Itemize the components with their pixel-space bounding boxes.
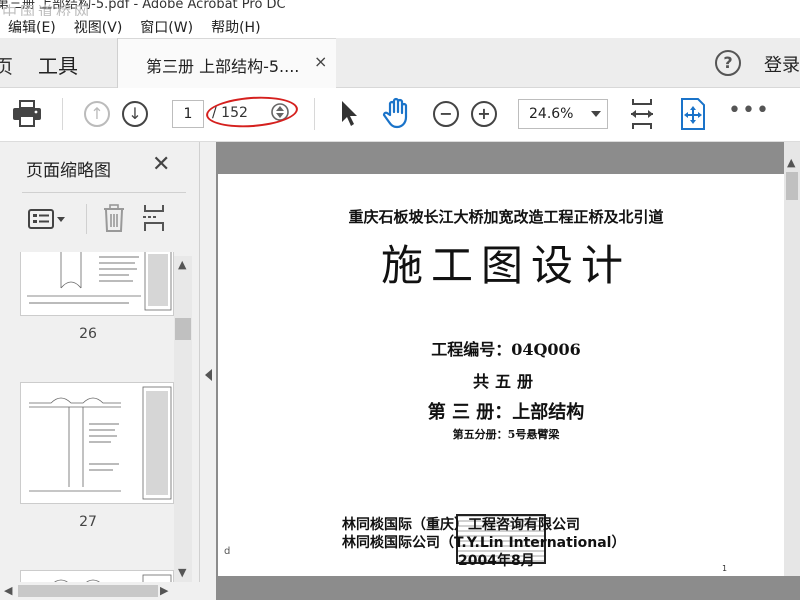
next-page-icon[interactable]: ↓ [122, 101, 148, 127]
toolbar: ↑ ↓ 1 / 152 − + 24.6% ••• [0, 88, 800, 142]
doc-volume-count: 共五册 [472, 372, 539, 391]
login-link[interactable]: 登录 [764, 51, 800, 77]
scroll-right-icon[interactable]: ▶ [160, 584, 168, 597]
acrobat-window: 第三册 上部结构-5.pdf - Adobe Acrobat Pro DC 中国… [0, 0, 800, 600]
menu-help[interactable]: 帮助(H) [211, 17, 260, 37]
help-icon[interactable]: ? [715, 50, 741, 76]
panel-tools-divider [86, 204, 87, 234]
scroll-up-icon[interactable]: ▲ [178, 258, 186, 271]
title-bar: 第三册 上部结构-5.pdf - Adobe Acrobat Pro DC [0, 0, 800, 16]
page-thumbnail-27[interactable] [20, 382, 174, 504]
close-panel-icon[interactable]: ✕ [152, 152, 170, 177]
trash-icon[interactable] [102, 204, 126, 236]
close-tab-icon[interactable]: × [314, 52, 327, 71]
tab-bar: 页 工具 第三册 上部结构-5.... × ? 登录 [0, 38, 800, 88]
pdf-page: 重庆石板坡长江大桥加宽改造工程正桥及北引道 施工图设计 工程编号：04Q006 … [218, 174, 784, 576]
panel-hscroll-thumb[interactable] [18, 585, 158, 597]
document-scrollbar[interactable]: ▲ [784, 142, 800, 576]
scroll-left-icon[interactable]: ◀ [4, 584, 12, 597]
panel-scrollbar[interactable] [174, 256, 192, 582]
scroll-down-icon[interactable]: ▼ [178, 566, 186, 579]
zoom-select[interactable]: 24.6% [518, 99, 608, 129]
panel-hscroll[interactable]: ◀ ▶ [0, 582, 200, 600]
menu-view[interactable]: 视图(V) [74, 17, 123, 37]
tab-tools[interactable]: 工具 [38, 50, 78, 79]
menu-bar: 编辑(E) 视图(V) 窗口(W) 帮助(H) [0, 16, 800, 38]
full-screen-icon[interactable] [680, 98, 706, 134]
fit-page-icon[interactable] [628, 97, 656, 135]
chevron-down-icon [591, 111, 601, 117]
doc-project-number: 工程编号：04Q006 [431, 340, 581, 359]
page-thumbnail-26[interactable] [20, 252, 174, 316]
tab-document-label: 第三册 上部结构-5.... [146, 57, 300, 76]
doc-scroll-thumb[interactable] [786, 172, 798, 200]
doc-company-cn: 林同棪国际（重庆）工程咨询有限公司 [342, 517, 580, 533]
doc-margin-mark: d [224, 546, 231, 557]
thumbnail-label: 27 [79, 514, 97, 530]
document-view[interactable]: 重庆石板坡长江大桥加宽改造工程正桥及北引道 施工图设计 工程编号：04Q006 … [216, 142, 800, 600]
hand-tool-icon[interactable] [382, 97, 412, 133]
insert-page-icon[interactable] [142, 204, 166, 236]
zoom-out-icon[interactable]: − [433, 101, 459, 127]
doc-volume: 第 三 册：上部结构 [427, 402, 585, 423]
zoom-value: 24.6% [529, 106, 574, 122]
zoom-in-icon[interactable]: + [471, 101, 497, 127]
toolbar-divider [62, 98, 63, 130]
doc-project-name: 重庆石板坡长江大桥加宽改造工程正桥及北引道 [348, 208, 664, 226]
thumbnail-list: 26 27 [0, 252, 176, 600]
select-cursor-icon[interactable] [340, 100, 358, 132]
menu-edit[interactable]: 编辑(E) [8, 17, 56, 37]
menu-window[interactable]: 窗口(W) [140, 17, 193, 37]
panel-title: 页面缩略图 [26, 161, 111, 181]
thumbnail-options-icon[interactable] [28, 208, 68, 234]
doc-subvolume: 第五分册：5号悬臂梁 [452, 428, 560, 441]
previous-page-icon[interactable]: ↑ [84, 101, 110, 127]
print-icon[interactable] [12, 100, 42, 132]
document-bottom-gap [216, 576, 800, 600]
doc-scroll-up-icon[interactable]: ▲ [787, 156, 795, 169]
panel-scroll-thumb[interactable] [175, 318, 191, 340]
tab-home[interactable]: 页 [0, 52, 13, 79]
thumbnail-label: 26 [79, 326, 97, 342]
toolbar-divider [314, 98, 315, 130]
doc-company-en: 林同棪国际公司（T.Y.Lin International） [342, 535, 626, 551]
collapse-panel-icon[interactable] [205, 369, 212, 381]
doc-title: 施工图设计 [380, 241, 631, 290]
doc-date: 2004年8月 [458, 553, 535, 569]
page-number-input[interactable]: 1 [172, 100, 204, 128]
thumbnails-panel: 页面缩略图 ✕ 26 27 ▲ ▼ ◀ ▶ [0, 142, 200, 600]
tab-document[interactable]: 第三册 上部结构-5.... × [118, 38, 336, 88]
doc-page-number: 1 [722, 564, 728, 573]
panel-divider [22, 192, 186, 193]
more-icon[interactable]: ••• [728, 98, 770, 123]
